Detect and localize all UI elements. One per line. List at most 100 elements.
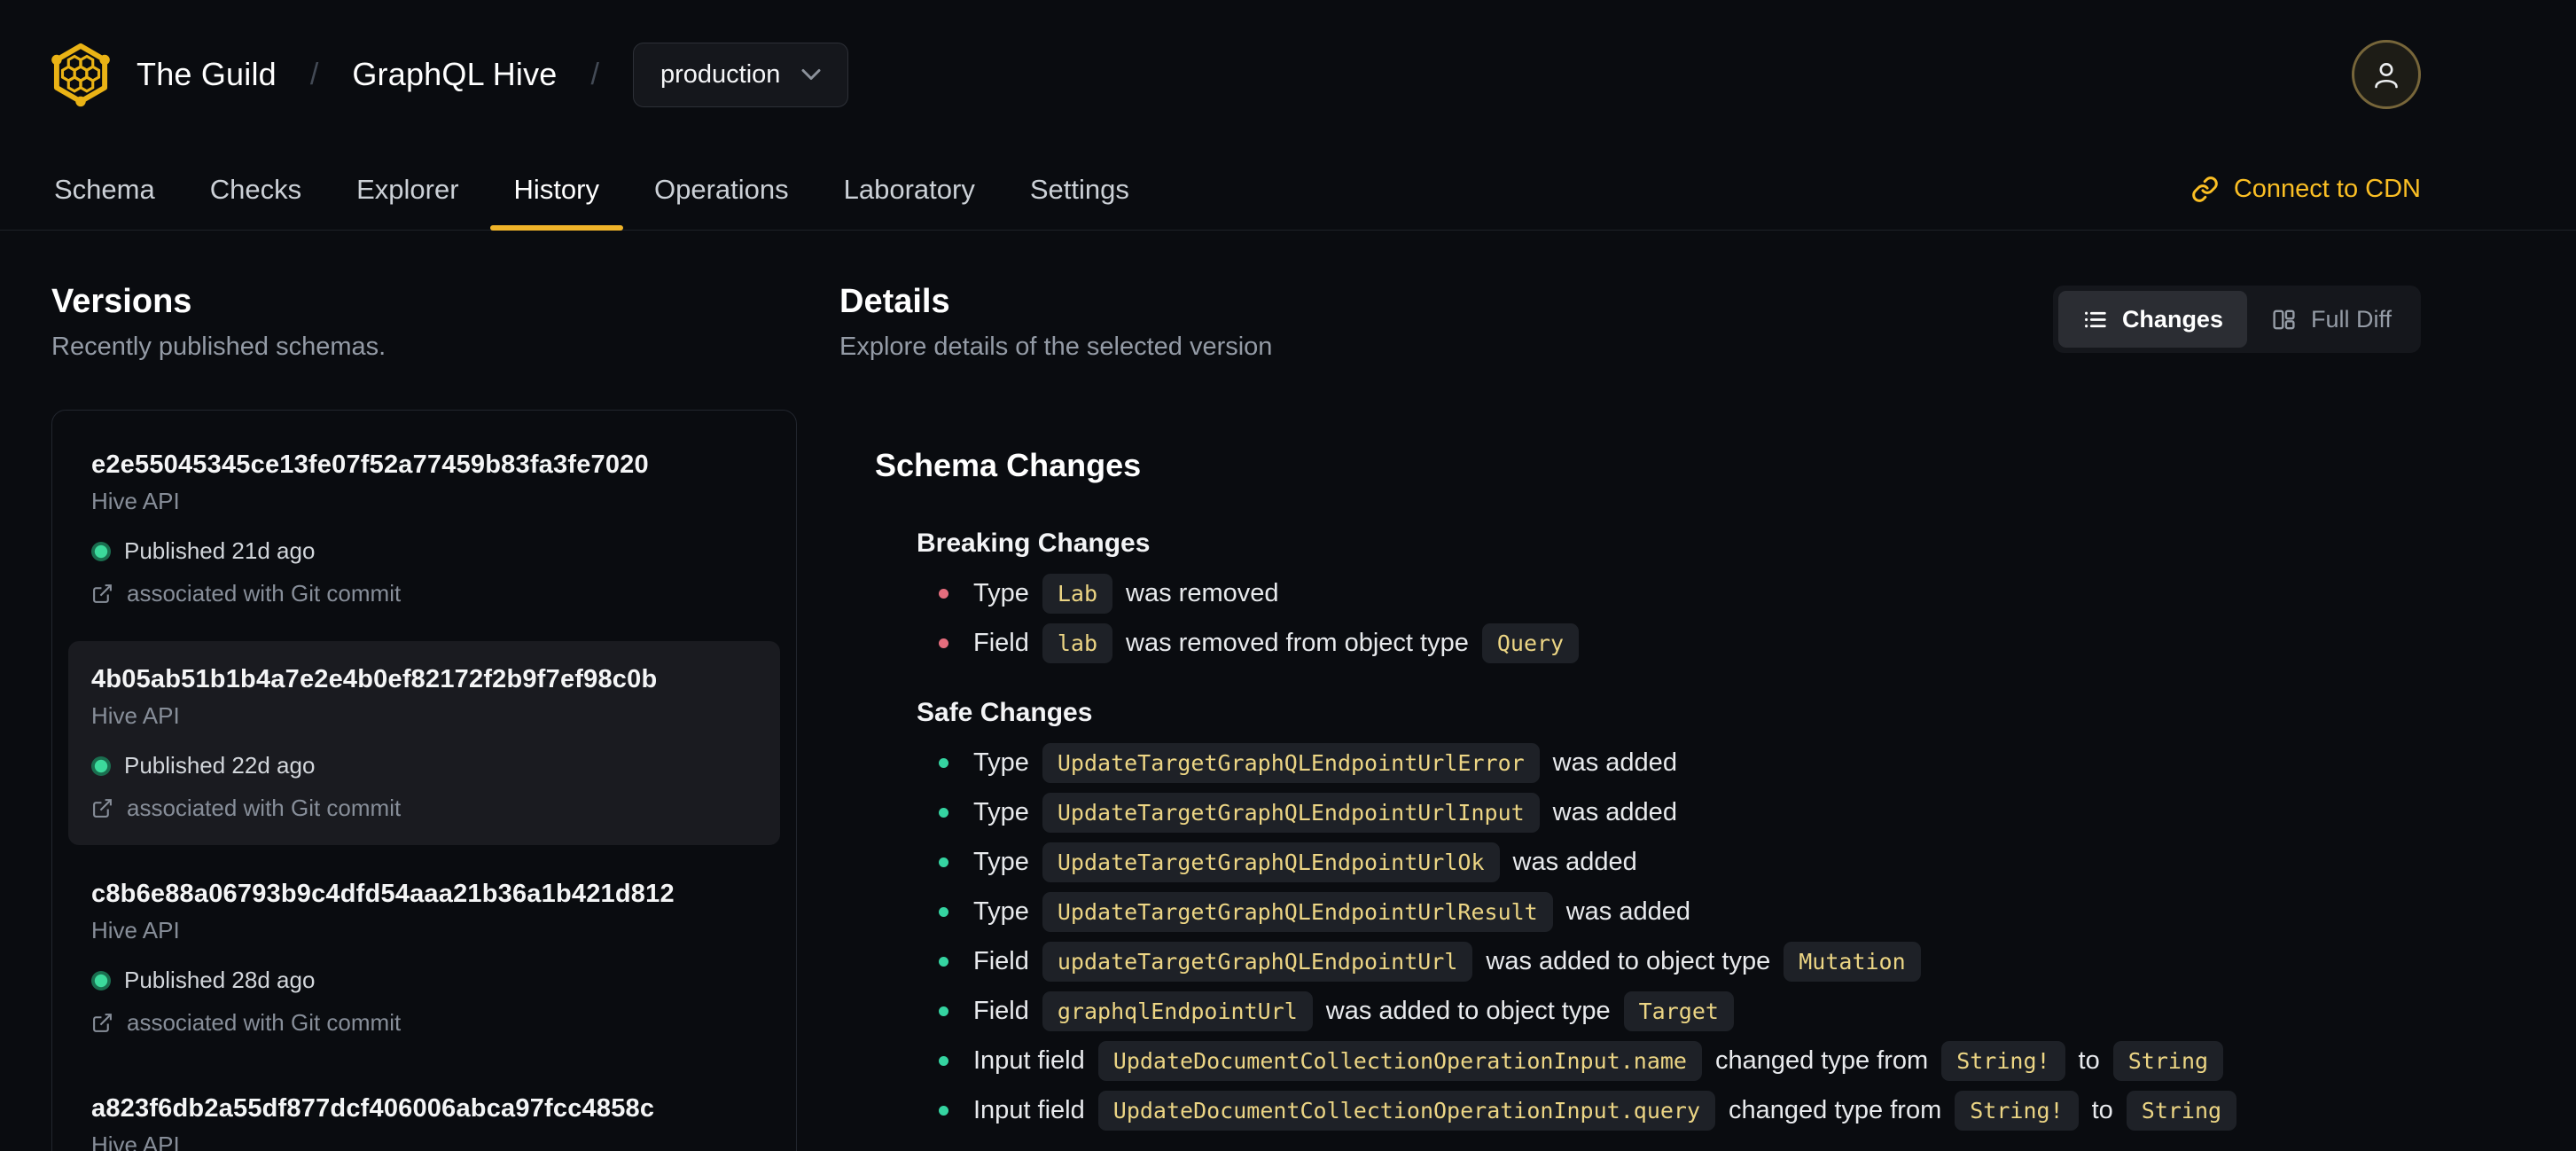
schema-member-chip: lab [1042,622,1113,663]
breadcrumb-org[interactable]: The Guild [137,56,277,93]
list-icon [2084,311,2106,327]
schema-member-chip: Target [1623,990,1734,1031]
safe-changes-group: Safe Changes Type UpdateTargetGraphQLEndpo… [917,698,2421,1135]
change-text: Field [973,996,1029,1025]
tab-laboratory[interactable]: Laboratory [820,149,999,230]
git-commit-link[interactable]: associated with Git commit [91,795,757,822]
published-dot-icon [91,756,111,776]
version-status: Published 22d ago [91,752,757,779]
bullet-dot-icon [939,588,948,599]
git-commit-label: associated with Git commit [127,580,402,607]
change-item: Type UpdateTargetGraphQLEndpointUrlInput w… [939,787,2421,837]
schema-member-chip: Query [1481,622,1580,663]
version-hash: a823f6db2a55df877dcf406006abca97fcc4858c [91,1094,655,1123]
change-text: was added [1552,797,1677,826]
change-text: Input field [973,1095,1085,1124]
change-text: changed type from [1729,1095,1942,1124]
change-item: Type UpdateTargetGraphQLEndpointUrlResult… [939,887,2421,936]
change-item: Field graphqlEndpointUrl was added to obje… [939,986,2421,1036]
bullet-dot-icon [939,857,948,867]
change-item: Input field UpdateDocumentCollectionOpera… [939,1036,2421,1085]
schema-member-chip: UpdateTargetGraphQLEndpointUrlOk [1042,842,1500,882]
change-text: to [2091,1095,2113,1124]
git-commit-label: associated with Git commit [127,1009,402,1036]
change-text: Type [973,748,1029,777]
change-item: Input field UpdateDocumentCollectionOpera… [939,1085,2421,1135]
version-card[interactable]: c8b6e88a06793b9c4dfd54aaa21b36a1b421d812… [68,856,780,1060]
changes-view-button[interactable]: Changes [2057,291,2247,348]
header-top-row: The Guild / GraphQL Hive / production [0,0,2576,149]
change-text: was added [1512,847,1637,876]
change-text: Input field [973,1045,1085,1075]
target-selector-value: production [660,59,781,89]
versions-subtitle: Recently published schemas. [51,333,386,361]
schema-member-chip: String [2112,1040,2224,1081]
change-item: Type UpdateTargetGraphQLEndpointUrlOk was … [939,837,2421,887]
version-card[interactable]: 4b05ab51b1b4a7e2e4b0ef82172f2b9f7ef98c0b… [68,641,780,845]
change-text: changed type from [1714,1045,1929,1075]
schema-changes-title: Schema Changes [875,447,1142,483]
breaking-changes-title: Breaking Changes [917,529,1151,558]
version-hash: 4b05ab51b1b4a7e2e4b0ef82172f2b9f7ef98c0b [91,665,658,693]
chevron-down-icon [801,69,821,80]
tab-explorer[interactable]: Explorer [332,149,482,230]
schema-member-chip: String! [1941,1040,2065,1081]
git-commit-label: associated with Git commit [127,795,402,821]
version-list: e2e55045345ce13fe07f52a77459b83fa3fe7020… [51,410,797,1151]
change-text: Type [973,797,1029,826]
version-card[interactable]: a823f6db2a55df877dcf406006abca97fcc4858c… [68,1070,780,1151]
change-item: Type Lab was removed [939,568,2421,618]
tab-history[interactable]: History [489,149,624,231]
tab-settings[interactable]: Settings [1006,149,1153,230]
version-hash: c8b6e88a06793b9c4dfd54aaa21b36a1b421d812 [91,880,675,908]
hive-logo-icon[interactable] [51,36,110,113]
version-status: Published 21d ago [91,537,757,565]
user-avatar-button[interactable] [2352,40,2421,109]
git-commit-link[interactable]: associated with Git commit [91,580,757,607]
breaking-changes-list: Type Lab was removed Field lab was removed fr… [917,568,2421,668]
schema-member-chip: String! [1955,1090,2079,1131]
schema-member-chip: UpdateDocumentCollectionOperationInput.n… [1097,1040,1702,1081]
user-icon [2375,63,2398,89]
schema-member-chip: UpdateTargetGraphQLEndpointUrlResult [1042,891,1553,932]
change-text: Type [973,847,1029,876]
version-status-label: Published 28d ago [124,967,316,993]
change-text: Field [973,628,1029,657]
change-text: was removed from object type [1126,628,1469,657]
bullet-dot-icon [939,638,948,648]
versions-panel: Versions Recently published schemas. e2e… [51,282,797,1151]
change-text: was added [1552,748,1677,777]
published-dot-icon [91,970,111,990]
brand-area: The Guild / GraphQL Hive / production [51,36,849,113]
schema-member-chip: Lab [1042,573,1113,614]
schema-member-chip: graphqlEndpointUrl [1042,990,1313,1031]
change-text: Type [973,578,1029,607]
details-subtitle: Explore details of the selected version [839,333,1273,361]
bullet-dot-icon [939,1105,948,1116]
tab-schema[interactable]: Schema [30,149,179,230]
version-service: Hive API [91,702,180,729]
version-card[interactable]: e2e55045345ce13fe07f52a77459b83fa3fe7020… [68,427,780,630]
tab-operations[interactable]: Operations [630,149,813,230]
schema-member-chip: UpdateDocumentCollectionOperationInput.q… [1097,1090,1716,1131]
change-text: was added [1565,897,1691,926]
split-columns-icon [2273,309,2295,329]
full-diff-view-button[interactable]: Full Diff [2247,291,2416,348]
bullet-dot-icon [939,807,948,818]
view-toggle-group: Changes Full Diff [2052,286,2421,353]
external-link-icon [93,799,112,818]
change-groups: Breaking Changes Type Lab was removed Field l… [875,529,2421,1135]
breadcrumb-project[interactable]: GraphQL Hive [352,56,557,93]
version-service: Hive API [91,917,180,944]
git-commit-link[interactable]: associated with Git commit [91,1009,757,1037]
connect-to-cdn-link[interactable]: Connect to CDN [2191,149,2421,230]
tab-checks[interactable]: Checks [186,149,325,230]
schema-member-chip: UpdateTargetGraphQLEndpointUrlError [1042,742,1540,783]
schema-member-chip: Mutation [1784,941,1921,982]
main-nav: Schema Checks Explorer History Operations Lab… [0,149,2576,231]
schema-member-chip: String [2126,1090,2237,1131]
change-text: to [2078,1045,2100,1075]
details-heading-block: Details Explore details of the selected … [839,282,1272,362]
change-text: Type [973,897,1029,926]
target-selector-dropdown[interactable]: production [632,42,849,107]
